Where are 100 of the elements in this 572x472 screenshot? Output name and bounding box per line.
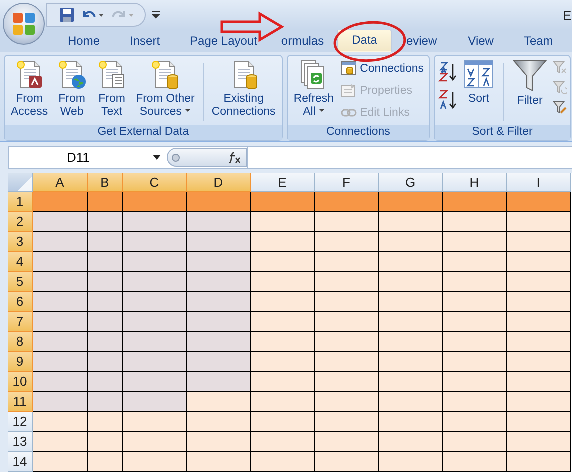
grid-cell[interactable] — [443, 352, 507, 372]
grid-cell[interactable] — [88, 332, 123, 352]
ribbon-button[interactable]: Sort — [460, 59, 498, 125]
grid-cell[interactable] — [88, 412, 123, 432]
grid-cell[interactable] — [315, 372, 379, 392]
grid-cell[interactable] — [315, 352, 379, 372]
grid-cell[interactable] — [251, 232, 315, 252]
grid-cell[interactable] — [443, 372, 507, 392]
name-box[interactable]: D11 — [9, 150, 90, 165]
grid-cell[interactable] — [443, 252, 507, 272]
row-header[interactable]: 14 — [8, 452, 33, 472]
grid-cell[interactable] — [33, 432, 88, 452]
grid-cell[interactable] — [187, 432, 251, 452]
grid-cell[interactable] — [251, 272, 315, 292]
grid-cell[interactable] — [123, 232, 187, 252]
grid-cell[interactable] — [123, 412, 187, 432]
grid-cell[interactable] — [251, 392, 315, 412]
grid-cell[interactable] — [315, 212, 379, 232]
grid-cell[interactable] — [507, 312, 571, 332]
grid-cell[interactable] — [187, 332, 251, 352]
grid-cell[interactable] — [379, 452, 443, 472]
grid-cell[interactable] — [507, 412, 571, 432]
row-header[interactable]: 13 — [8, 432, 33, 452]
grid-cell[interactable] — [187, 212, 251, 232]
grid-cell[interactable] — [187, 292, 251, 312]
grid-cell[interactable] — [251, 312, 315, 332]
grid-cell[interactable] — [251, 252, 315, 272]
grid-cell[interactable] — [251, 432, 315, 452]
grid-cell[interactable] — [507, 192, 571, 212]
grid-cell[interactable] — [507, 392, 571, 412]
grid-cell[interactable] — [33, 312, 88, 332]
grid-cell[interactable] — [251, 192, 315, 212]
ribbon-button[interactable]: Filter — [509, 59, 552, 125]
grid-cell[interactable] — [315, 252, 379, 272]
row-header[interactable]: 3 — [8, 232, 33, 252]
grid-cell[interactable] — [315, 332, 379, 352]
grid-cell[interactable] — [123, 272, 187, 292]
ribbon-button[interactable]: Refresh All — [290, 59, 338, 125]
grid-cell[interactable] — [379, 392, 443, 412]
row-header[interactable]: 2 — [8, 212, 33, 232]
grid-cell[interactable] — [315, 292, 379, 312]
grid-cell[interactable] — [443, 232, 507, 252]
grid-cell[interactable] — [443, 312, 507, 332]
caret-icon[interactable] — [153, 155, 161, 160]
row-header[interactable]: 9 — [8, 352, 33, 372]
grid-cell[interactable] — [315, 312, 379, 332]
row-header[interactable]: 12 — [8, 412, 33, 432]
grid-cell[interactable] — [251, 452, 315, 472]
column-header[interactable]: B — [88, 173, 123, 192]
ribbon-tab[interactable]: Insert — [115, 30, 176, 52]
grid-cell[interactable] — [187, 192, 251, 212]
grid-cell[interactable] — [123, 392, 187, 412]
grid-cell[interactable] — [123, 252, 187, 272]
grid-cell[interactable] — [33, 372, 88, 392]
grid-cell[interactable] — [443, 192, 507, 212]
grid-cell[interactable] — [187, 232, 251, 252]
grid-cell[interactable] — [187, 312, 251, 332]
grid-cell[interactable] — [379, 432, 443, 452]
grid-cell[interactable] — [379, 312, 443, 332]
grid-cell[interactable] — [123, 192, 187, 212]
grid-cell[interactable] — [33, 192, 88, 212]
grid-cell[interactable] — [443, 332, 507, 352]
grid-cell[interactable] — [123, 372, 187, 392]
grid-cell[interactable] — [88, 392, 123, 412]
insert-function-icon[interactable] — [228, 152, 242, 164]
ribbon-button[interactable]: From Access — [8, 59, 52, 125]
grid-cell[interactable] — [443, 432, 507, 452]
grid-cell[interactable] — [88, 452, 123, 472]
ribbon-tab[interactable]: eview — [392, 30, 454, 52]
grid-cell[interactable] — [251, 412, 315, 432]
grid-cell[interactable] — [443, 272, 507, 292]
grid-cell[interactable] — [443, 412, 507, 432]
ribbon-button[interactable]: From Web — [53, 59, 92, 125]
grid-cell[interactable] — [251, 212, 315, 232]
grid-cell[interactable] — [33, 392, 88, 412]
grid-cell[interactable] — [315, 412, 379, 432]
grid-cell[interactable] — [187, 452, 251, 472]
grid-cell[interactable] — [315, 272, 379, 292]
resize-handle-icon[interactable] — [172, 154, 180, 162]
grid-cell[interactable] — [123, 312, 187, 332]
grid-cell[interactable] — [187, 272, 251, 292]
grid-cell[interactable] — [88, 432, 123, 452]
grid-cell[interactable] — [123, 452, 187, 472]
grid-cell[interactable] — [123, 432, 187, 452]
column-header[interactable]: F — [315, 173, 379, 192]
ribbon-tab[interactable]: Data — [337, 29, 392, 52]
grid-cell[interactable] — [507, 332, 571, 352]
grid-cell[interactable] — [507, 432, 571, 452]
grid-cell[interactable] — [379, 412, 443, 432]
grid-cell[interactable] — [507, 452, 571, 472]
grid-cell[interactable] — [123, 352, 187, 372]
grid-cell[interactable] — [88, 312, 123, 332]
grid-cell[interactable] — [379, 232, 443, 252]
grid-cell[interactable] — [507, 232, 571, 252]
grid-cell[interactable] — [123, 212, 187, 232]
grid-cell[interactable] — [507, 252, 571, 272]
grid-cell[interactable] — [379, 192, 443, 212]
grid-cell[interactable] — [88, 232, 123, 252]
grid-cell[interactable] — [33, 352, 88, 372]
grid-cell[interactable] — [123, 332, 187, 352]
